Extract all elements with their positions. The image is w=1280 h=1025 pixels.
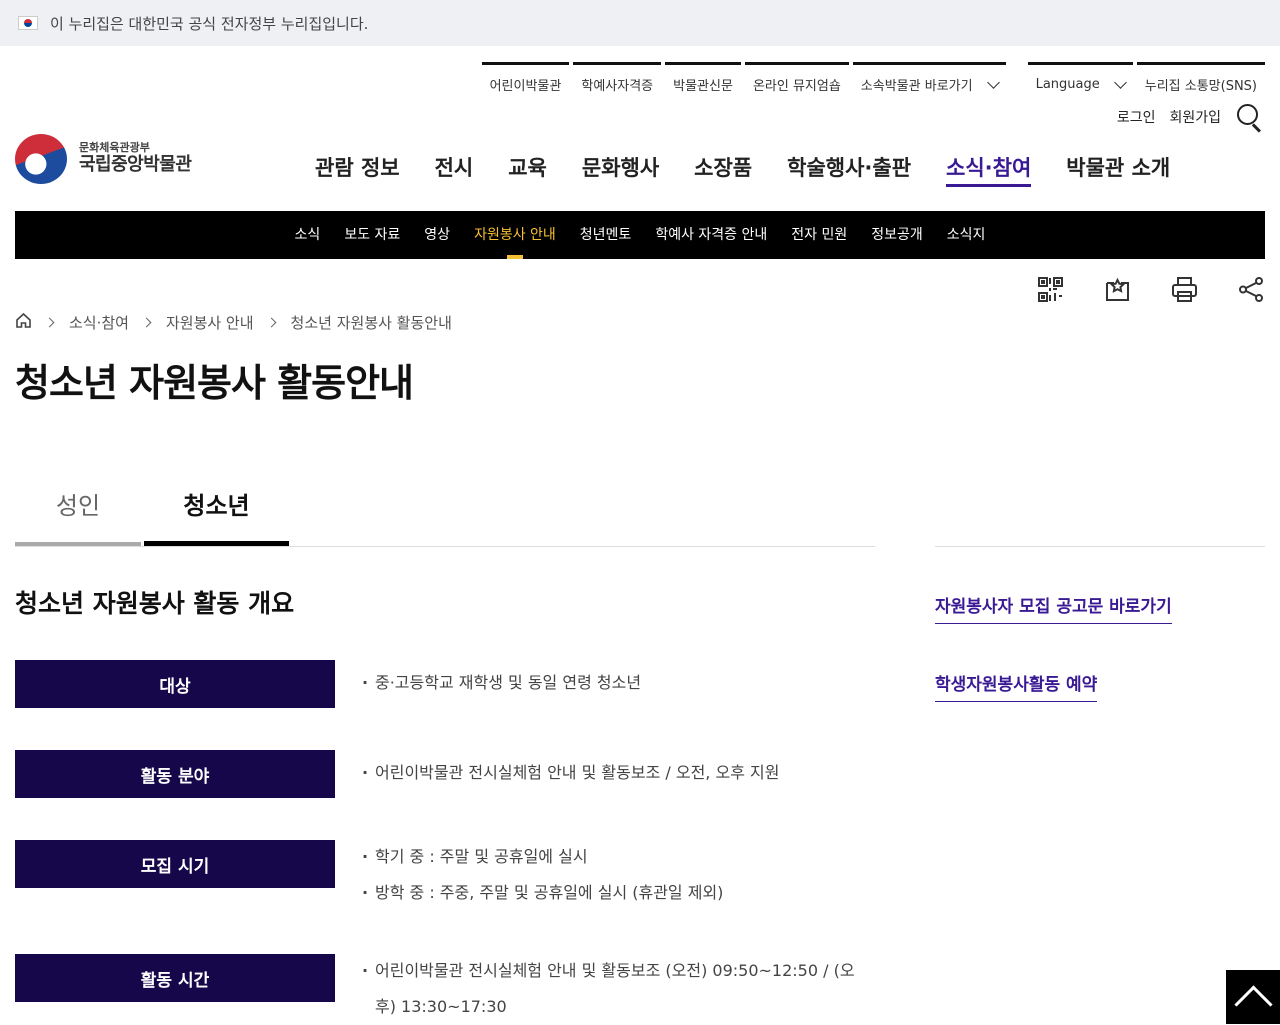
home-icon[interactable]	[15, 312, 32, 333]
util-curator-license[interactable]: 학예사자격증	[573, 62, 661, 100]
info-bullet: 어린이박물관 전시실체험 안내 및 활동보조 (오전) 09:50~12:50 …	[362, 953, 872, 1025]
qr-code-icon[interactable]	[1037, 276, 1064, 303]
breadcrumb-news[interactable]: 소식·참여	[69, 312, 129, 333]
chevron-down-icon	[1114, 76, 1127, 89]
affiliated-museums-label: 소속박물관 바로가기	[861, 75, 973, 94]
page-tools	[1037, 276, 1265, 303]
subnav-e-petition[interactable]: 전자 민원	[791, 211, 847, 259]
util-kids-museum[interactable]: 어린이박물관	[482, 62, 570, 100]
gov-banner: 이 누리집은 대한민국 공식 전자정부 누리집입니다.	[0, 0, 1280, 46]
info-label-recruit-period: 모집 시기	[15, 840, 335, 888]
info-bullet: 학기 중 : 주말 및 공휴일에 실시	[362, 839, 872, 875]
share-icon[interactable]	[1238, 276, 1265, 303]
subnav-newsletter[interactable]: 소식지	[947, 211, 986, 259]
subnav-video[interactable]: 영상	[424, 211, 450, 259]
login-link[interactable]: 로그인	[1117, 107, 1156, 127]
nav-exhibitions[interactable]: 전시	[435, 152, 474, 187]
audience-tabs: 성인 청소년	[15, 480, 875, 547]
sub-nav: 소식 보도 자료 영상 자원봉사 안내 청년멘토 학예사 자격증 안내 전자 민…	[15, 211, 1265, 259]
tab-youth[interactable]: 청소년	[144, 480, 289, 546]
util-online-shop[interactable]: 온라인 뮤지엄숍	[745, 62, 849, 100]
nav-collections[interactable]: 소장품	[694, 152, 752, 187]
info-bullet: 중·고등학교 재학생 및 동일 연령 청소년	[362, 665, 872, 701]
info-value-activity-time: 어린이박물관 전시실체험 안내 및 활동보조 (오전) 09:50~12:50 …	[362, 953, 872, 1025]
korea-flag-icon	[18, 16, 38, 30]
taegeuk-logo-icon	[15, 134, 67, 184]
info-label-target: 대상	[15, 660, 335, 708]
chevron-right-icon	[45, 318, 55, 328]
print-icon[interactable]	[1171, 276, 1198, 303]
gov-banner-text: 이 누리집은 대한민국 공식 전자정부 누리집입니다.	[50, 13, 368, 34]
breadcrumb-volunteer[interactable]: 자원봉사 안내	[166, 312, 254, 333]
tab-adult[interactable]: 성인	[15, 480, 141, 546]
info-label-field: 활동 분야	[15, 750, 335, 798]
nav-news[interactable]: 소식·참여	[946, 152, 1031, 187]
info-bullet: 방학 중 : 주중, 주말 및 공휴일에 실시 (휴관일 제외)	[362, 875, 872, 911]
language-select[interactable]: Language	[1028, 62, 1133, 100]
auth-links: 로그인 회원가입	[1117, 104, 1263, 130]
breadcrumb-current: 청소년 자원봉사 활동안내	[291, 312, 452, 333]
nav-about[interactable]: 박물관 소개	[1066, 152, 1170, 187]
util-affiliated-museums[interactable]: 소속박물관 바로가기	[853, 62, 1006, 100]
chevron-right-icon	[266, 318, 276, 328]
language-label: Language	[1036, 77, 1100, 92]
chevron-down-icon	[987, 76, 1000, 89]
chevron-right-icon	[142, 318, 152, 328]
bookmark-icon[interactable]	[1104, 276, 1131, 303]
info-label-activity-time: 활동 시간	[15, 954, 335, 1002]
signup-link[interactable]: 회원가입	[1169, 107, 1221, 127]
main-nav: 관람 정보 전시 교육 문화행사 소장품 학술행사·출판 소식·참여 박물관 소…	[315, 152, 1205, 187]
breadcrumb: 소식·참여 자원봉사 안내 청소년 자원봉사 활동안내	[15, 312, 452, 333]
subnav-volunteer[interactable]: 자원봉사 안내	[474, 211, 556, 259]
logo[interactable]: 문화체육관광부 국립중앙박물관	[15, 134, 191, 184]
scroll-to-top-button[interactable]	[1226, 970, 1280, 1024]
recruit-notice-link[interactable]: 자원봉사자 모집 공고문 바로가기	[935, 592, 1172, 624]
nav-visit-info[interactable]: 관람 정보	[315, 152, 400, 187]
info-value-field: 어린이박물관 전시실체험 안내 및 활동보조 / 오전, 오후 지원	[362, 755, 872, 791]
section-title: 청소년 자원봉사 활동 개요	[15, 584, 294, 620]
utility-menu: 어린이박물관 학예사자격증 박물관신문 온라인 뮤지엄숍 소속박물관 바로가기 …	[478, 62, 1265, 100]
nav-research[interactable]: 학술행사·출판	[787, 152, 911, 187]
subnav-news[interactable]: 소식	[295, 211, 321, 259]
subnav-curator-license[interactable]: 학예사 자격증 안내	[655, 211, 767, 259]
page-title: 청소년 자원봉사 활동안내	[15, 352, 413, 407]
subnav-disclosure[interactable]: 정보공개	[871, 211, 923, 259]
logo-museum-name: 국립중앙박물관	[79, 155, 191, 176]
nav-education[interactable]: 교육	[508, 152, 547, 187]
search-icon[interactable]	[1237, 104, 1263, 130]
subnav-press[interactable]: 보도 자료	[344, 211, 400, 259]
util-sns[interactable]: 누리집 소통망(SNS)	[1137, 62, 1265, 100]
info-bullet: 어린이박물관 전시실체험 안내 및 활동보조 / 오전, 오후 지원	[362, 755, 872, 791]
util-newsletter[interactable]: 박물관신문	[665, 62, 741, 100]
info-value-recruit-period: 학기 중 : 주말 및 공휴일에 실시 방학 중 : 주중, 주말 및 공휴일에…	[362, 839, 872, 911]
student-volunteer-booking-link[interactable]: 학생자원봉사활동 예약	[935, 670, 1097, 702]
sidebar-divider	[935, 546, 1265, 547]
nav-events[interactable]: 문화행사	[582, 152, 659, 187]
subnav-youth-mentor[interactable]: 청년멘토	[580, 211, 632, 259]
info-value-target: 중·고등학교 재학생 및 동일 연령 청소년	[362, 665, 872, 701]
